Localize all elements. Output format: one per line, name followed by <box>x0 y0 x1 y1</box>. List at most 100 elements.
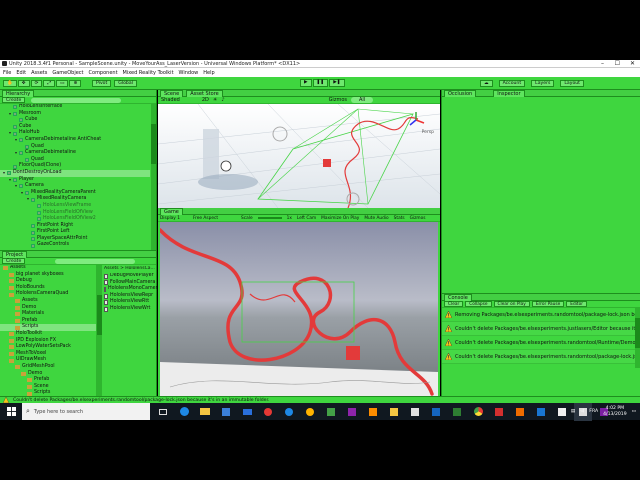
scene-audio-icon[interactable]: ♪ <box>221 97 224 103</box>
hierarchy-item[interactable]: GazeControls <box>0 242 150 249</box>
menu-item-help[interactable]: Help <box>203 70 214 76</box>
network-icon[interactable]: ▤ <box>571 409 575 414</box>
mail-icon[interactable] <box>238 403 256 421</box>
project-search-input[interactable] <box>55 258 136 264</box>
collab-button[interactable]: ☁ <box>480 80 493 87</box>
menu-item-gameobject[interactable]: GameObject <box>52 70 83 76</box>
scene-lighting-icon[interactable]: ☀ <box>213 97 217 103</box>
shaded-dropdown[interactable]: Shaded <box>161 97 180 103</box>
language-indicator[interactable]: FRA <box>589 409 598 414</box>
hierarchy-search-input[interactable] <box>31 97 122 103</box>
tab-game[interactable]: Game <box>160 207 183 215</box>
hierarchy-item[interactable]: ▾ Camera <box>0 183 150 190</box>
app-icon-4[interactable] <box>322 403 340 421</box>
hierarchy-item[interactable]: PlayerSpaceAttrPoint <box>0 236 150 243</box>
app-icon-2[interactable] <box>280 403 298 421</box>
hand-tool-button[interactable]: ✋ <box>3 80 17 87</box>
taskbar-search[interactable]: ⌕ Type here to search <box>22 403 150 420</box>
console-collapse-button[interactable]: Collapse <box>465 301 492 307</box>
project-folder-item[interactable]: Demo <box>0 305 96 312</box>
project-folder-item[interactable]: HololensCameraQuad <box>0 291 96 298</box>
console-log-entry[interactable]: Couldn't delete Packages/be.elsexperimen… <box>442 336 636 350</box>
pivot-button[interactable]: Pivot <box>92 80 112 87</box>
rect-tool-button[interactable]: ▭ <box>56 80 69 87</box>
display-dropdown[interactable]: Display 1 <box>160 216 180 221</box>
app-icon-1[interactable] <box>259 403 277 421</box>
console-log-entry[interactable]: Removing Packages/be.elsexperiments.rand… <box>442 308 636 322</box>
tab-asset-store[interactable]: Asset Store <box>186 89 223 97</box>
scale-slider[interactable] <box>257 217 282 219</box>
scale-tool-button[interactable]: ⤢ <box>43 80 56 87</box>
pause-button[interactable]: ❚❚ <box>312 79 329 87</box>
tab-hierarchy[interactable]: Hierarchy <box>2 89 35 97</box>
console-editor-button[interactable]: Editor <box>566 301 588 307</box>
scene-viewport[interactable]: Persp <box>158 104 440 208</box>
hierarchy-item[interactable]: FirstPoint Right <box>0 223 150 230</box>
app-icon-12[interactable] <box>511 403 529 421</box>
hierarchy-item[interactable]: HoloLensViewFrame <box>0 203 150 210</box>
console-clear-button[interactable]: Clear <box>444 301 464 307</box>
hierarchy-item[interactable]: FloorQuad(Clone) <box>0 163 150 170</box>
project-folder-item[interactable]: big planet skyboxes <box>0 272 96 279</box>
move-tool-button[interactable]: ✥ <box>17 80 30 87</box>
left-cam-dropdown[interactable]: Left Cam <box>297 216 316 221</box>
account-dropdown[interactable]: Account <box>498 80 526 87</box>
aspect-dropdown[interactable]: Free Aspect <box>193 216 218 221</box>
store-icon[interactable] <box>217 403 235 421</box>
tab-occlusion[interactable]: Occlusion <box>444 89 477 97</box>
console-log-entry[interactable]: Couldn't delete Packages/be.elsexperimen… <box>442 322 636 336</box>
project-folder-item[interactable]: Prefab <box>0 318 96 325</box>
project-folder-item[interactable]: UIDrawMesh <box>0 357 96 364</box>
notifications-icon[interactable]: ▭ <box>632 409 636 414</box>
project-tree-scrollbar[interactable] <box>97 265 102 397</box>
hierarchy-item[interactable]: ▾ HaloHub <box>0 130 150 137</box>
tab-project[interactable]: Project <box>2 250 28 258</box>
app-icon-3[interactable] <box>301 403 319 421</box>
layout-dropdown[interactable]: Layout <box>560 80 584 87</box>
project-folder-item[interactable]: GridMeshPool <box>0 364 96 371</box>
game-gizmos-dropdown[interactable]: Gizmos <box>410 216 426 221</box>
hierarchy-item[interactable]: ▾ CameraDebimetaline <box>0 150 150 157</box>
hierarchy-item[interactable]: ▾ DontDestroyOnLoad <box>0 169 150 177</box>
project-folder-item[interactable]: Materials <box>0 311 96 318</box>
menu-item-mixed-reality-toolkit[interactable]: Mixed Reality Toolkit <box>123 70 174 76</box>
rotate-tool-button[interactable]: ⟳ <box>30 80 43 87</box>
tray-chevron-icon[interactable]: ⌃ <box>562 409 566 414</box>
hierarchy-item[interactable]: ▾ CameraDebimetaline AntiCheat <box>0 137 150 144</box>
start-button[interactable] <box>0 403 22 421</box>
game-viewport[interactable] <box>160 222 438 396</box>
menu-item-assets[interactable]: Assets <box>31 70 47 76</box>
hierarchy-item[interactable]: Cube <box>0 117 150 124</box>
hierarchy-item[interactable]: HoloLensFieldOfView2 <box>0 216 150 223</box>
project-folder-item[interactable]: Assets <box>0 265 96 272</box>
hierarchy-item[interactable]: HoloLensInterface <box>0 104 150 111</box>
tab-inspector[interactable]: Inspector <box>493 89 525 97</box>
maximize-on-play-toggle[interactable]: Maximize On Play <box>321 216 359 221</box>
menu-item-file[interactable]: File <box>3 70 11 76</box>
project-file-item[interactable]: DebugMovePlayer <box>104 273 157 280</box>
task-view-icon[interactable] <box>154 403 172 421</box>
project-file-item[interactable]: HololensViewRtt <box>104 299 157 306</box>
project-folder-item[interactable]: MeshToVoxel <box>0 351 96 358</box>
transform-tool-button[interactable]: ⊕ <box>69 80 82 87</box>
menu-item-edit[interactable]: Edit <box>16 70 26 76</box>
hierarchy-create-button[interactable]: Create <box>2 97 26 103</box>
stats-toggle[interactable]: Stats <box>394 216 405 221</box>
console-clear-on-play-button[interactable]: Clear on Play <box>493 301 530 307</box>
app-icon-6[interactable] <box>364 403 382 421</box>
hierarchy-item[interactable]: FirstPoint Left <box>0 229 150 236</box>
tab-scene[interactable]: Scene <box>160 89 184 97</box>
2d-toggle[interactable]: 2D <box>202 97 209 103</box>
project-folder-item[interactable]: HoloToolkit <box>0 331 96 338</box>
volume-icon[interactable]: ◃) <box>580 409 584 414</box>
app-icon-9[interactable] <box>427 403 445 421</box>
project-folder-item[interactable]: Assets <box>0 298 96 305</box>
project-folder-item[interactable]: LowPolyWaterSetsPack <box>0 344 96 351</box>
project-create-button[interactable]: Create <box>2 258 26 264</box>
app-icon-7[interactable] <box>385 403 403 421</box>
tab-console[interactable]: Console <box>444 293 472 301</box>
clock[interactable]: 4:02 PM 4/13/2019 <box>603 406 627 418</box>
layers-dropdown[interactable]: Layers <box>531 80 555 87</box>
app-icon-13[interactable] <box>532 403 550 421</box>
project-folder-item[interactable]: Prefab <box>0 377 96 384</box>
